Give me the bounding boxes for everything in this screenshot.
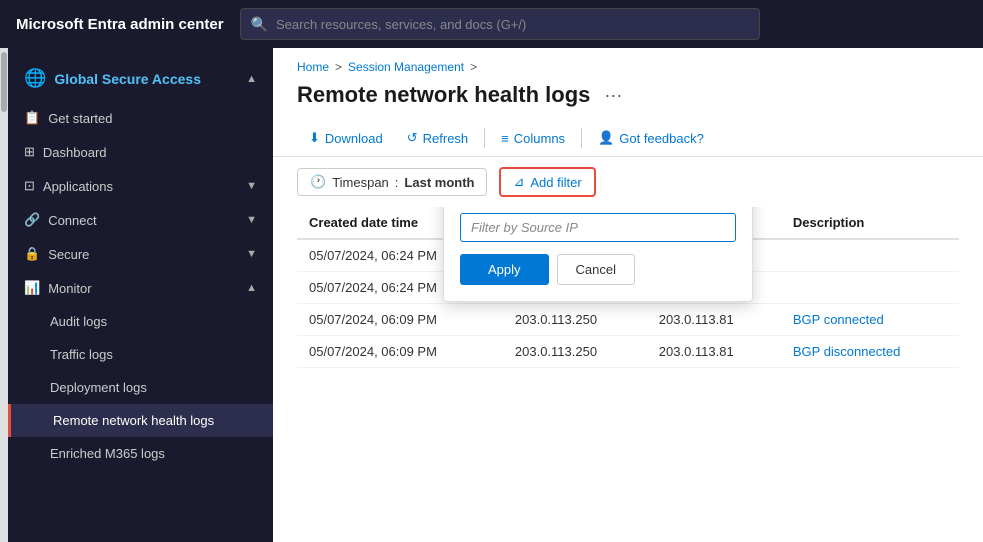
timespan-button[interactable]: 🕐 Timespan : Last month	[297, 168, 487, 196]
clock-icon: 🕐	[310, 174, 326, 190]
page-title-row: Remote network health logs ···	[273, 78, 983, 120]
columns-button[interactable]: ≡ Columns	[489, 125, 577, 152]
download-button[interactable]: ⬇ Download	[297, 124, 395, 152]
timespan-label: Timespan	[332, 175, 389, 190]
refresh-icon: ↺	[407, 130, 418, 146]
cell-description	[781, 272, 959, 304]
sidebar-item-traffic-logs[interactable]: Traffic logs	[8, 338, 273, 371]
chevron-up-icon: ▲	[246, 73, 257, 85]
scroll-handle[interactable]	[0, 48, 8, 542]
toolbar-separator-1	[484, 128, 485, 148]
top-bar: Microsoft Entra admin center 🔍	[0, 0, 983, 48]
download-label: Download	[325, 131, 383, 146]
sidebar-item-label: Deployment logs	[50, 380, 147, 395]
main-layout: 🌐 Global Secure Access ▲ 📋 Get started ⊞…	[0, 48, 983, 542]
chevron-down-icon: ▼	[246, 214, 257, 226]
feedback-button[interactable]: 👤 Got feedback?	[586, 124, 716, 152]
page-title: Remote network health logs	[297, 82, 590, 108]
sidebar-item-audit-logs[interactable]: Audit logs	[8, 305, 273, 338]
add-filter-label: Add filter	[530, 175, 581, 190]
sidebar-item-dashboard[interactable]: ⊞ Dashboard	[8, 135, 273, 169]
sidebar-global-secure-access[interactable]: 🌐 Global Secure Access ▲	[8, 56, 273, 101]
breadcrumb-home[interactable]: Home	[297, 60, 329, 74]
cell-source: 203.0.113.250	[503, 336, 647, 368]
table-row: 05/07/2024, 06:09 PM203.0.113.250203.0.1…	[297, 304, 959, 336]
breadcrumb: Home > Session Management >	[273, 48, 983, 78]
sidebar-item-label: Traffic logs	[50, 347, 113, 362]
description-link[interactable]: BGP connected	[793, 312, 884, 327]
dashboard-icon: ⊞	[24, 144, 35, 160]
feedback-label: Got feedback?	[619, 131, 704, 146]
sidebar-item-label: Get started	[48, 111, 112, 126]
sidebar-item-connect[interactable]: 🔗 Connect ▼	[8, 203, 273, 237]
breadcrumb-sep-2: >	[470, 60, 477, 74]
search-icon: 🔍	[251, 16, 268, 33]
sidebar-item-label: Remote network health logs	[53, 413, 214, 428]
sidebar-item-get-started[interactable]: 📋 Get started	[8, 101, 273, 135]
cell-description: BGP connected	[781, 304, 959, 336]
feedback-icon: 👤	[598, 130, 614, 146]
toolbar: ⬇ Download ↺ Refresh ≡ Columns 👤 Got fee…	[273, 120, 983, 157]
sidebar-item-label: Applications	[43, 179, 113, 194]
app-title: Microsoft Entra admin center	[16, 16, 224, 33]
globe-icon: 🌐	[24, 68, 46, 89]
sidebar-item-enriched-m365-logs[interactable]: Enriched M365 logs	[8, 437, 273, 470]
sidebar-item-label: Enriched M365 logs	[50, 446, 165, 461]
secure-icon: 🔒	[24, 246, 40, 262]
sidebar-item-label: Audit logs	[50, 314, 107, 329]
cell-destination: 203.0.113.81	[647, 336, 781, 368]
sidebar-item-remote-network-health-logs[interactable]: Remote network health logs	[8, 404, 273, 437]
toolbar-separator-2	[581, 128, 582, 148]
table-container: Source IP Apply Cancel Created date time…	[273, 207, 983, 542]
search-input[interactable]	[276, 17, 749, 32]
refresh-label: Refresh	[423, 131, 469, 146]
refresh-button[interactable]: ↺ Refresh	[395, 124, 480, 152]
cell-source: 203.0.113.250	[503, 304, 647, 336]
cell-destination: 203.0.113.81	[647, 304, 781, 336]
breadcrumb-session-management[interactable]: Session Management	[348, 60, 464, 74]
sidebar-item-monitor[interactable]: 📊 Monitor ▲	[8, 271, 273, 305]
timespan-value: Last month	[404, 175, 474, 190]
popup-actions: Apply Cancel	[460, 254, 736, 285]
columns-label: Columns	[514, 131, 565, 146]
table-row: 05/07/2024, 06:09 PM203.0.113.250203.0.1…	[297, 336, 959, 368]
cell-description	[781, 239, 959, 272]
apply-button[interactable]: Apply	[460, 254, 549, 285]
cell-description: BGP disconnected	[781, 336, 959, 368]
download-icon: ⬇	[309, 130, 320, 146]
scroll-thumb	[1, 52, 7, 112]
get-started-icon: 📋	[24, 110, 40, 126]
sidebar-item-applications[interactable]: ⊡ Applications ▼	[8, 169, 273, 203]
description-link[interactable]: BGP disconnected	[793, 344, 900, 359]
add-filter-button[interactable]: ⊿ Add filter	[499, 167, 595, 197]
connect-icon: 🔗	[24, 212, 40, 228]
monitor-icon: 📊	[24, 280, 40, 296]
applications-icon: ⊡	[24, 178, 35, 194]
sidebar-item-label: Secure	[48, 247, 89, 262]
ellipsis-button[interactable]: ···	[598, 83, 628, 108]
sidebar-item-label: Monitor	[48, 281, 91, 296]
col-description: Description	[781, 207, 959, 239]
cell-created: 05/07/2024, 06:09 PM	[297, 336, 503, 368]
cell-created: 05/07/2024, 06:09 PM	[297, 304, 503, 336]
cancel-button[interactable]: Cancel	[557, 254, 635, 285]
content-area: Home > Session Management > Remote netwo…	[273, 48, 983, 542]
sidebar-item-label: Dashboard	[43, 145, 107, 160]
search-bar[interactable]: 🔍	[240, 8, 760, 40]
sidebar: 🌐 Global Secure Access ▲ 📋 Get started ⊞…	[8, 48, 273, 542]
timespan-colon: :	[395, 175, 399, 190]
columns-icon: ≡	[501, 131, 509, 146]
chevron-up-icon: ▲	[246, 282, 257, 294]
chevron-down-icon: ▼	[246, 180, 257, 192]
filter-icon: ⊿	[513, 174, 524, 190]
chevron-down-icon: ▼	[246, 248, 257, 260]
breadcrumb-sep-1: >	[335, 60, 342, 74]
sidebar-item-deployment-logs[interactable]: Deployment logs	[8, 371, 273, 404]
sidebar-global-secure-label: Global Secure Access	[54, 71, 201, 87]
source-ip-popup: Source IP Apply Cancel	[443, 207, 753, 302]
sidebar-item-secure[interactable]: 🔒 Secure ▼	[8, 237, 273, 271]
sidebar-item-label: Connect	[48, 213, 96, 228]
source-ip-input[interactable]	[460, 213, 736, 242]
filter-bar: 🕐 Timespan : Last month ⊿ Add filter	[273, 157, 983, 207]
